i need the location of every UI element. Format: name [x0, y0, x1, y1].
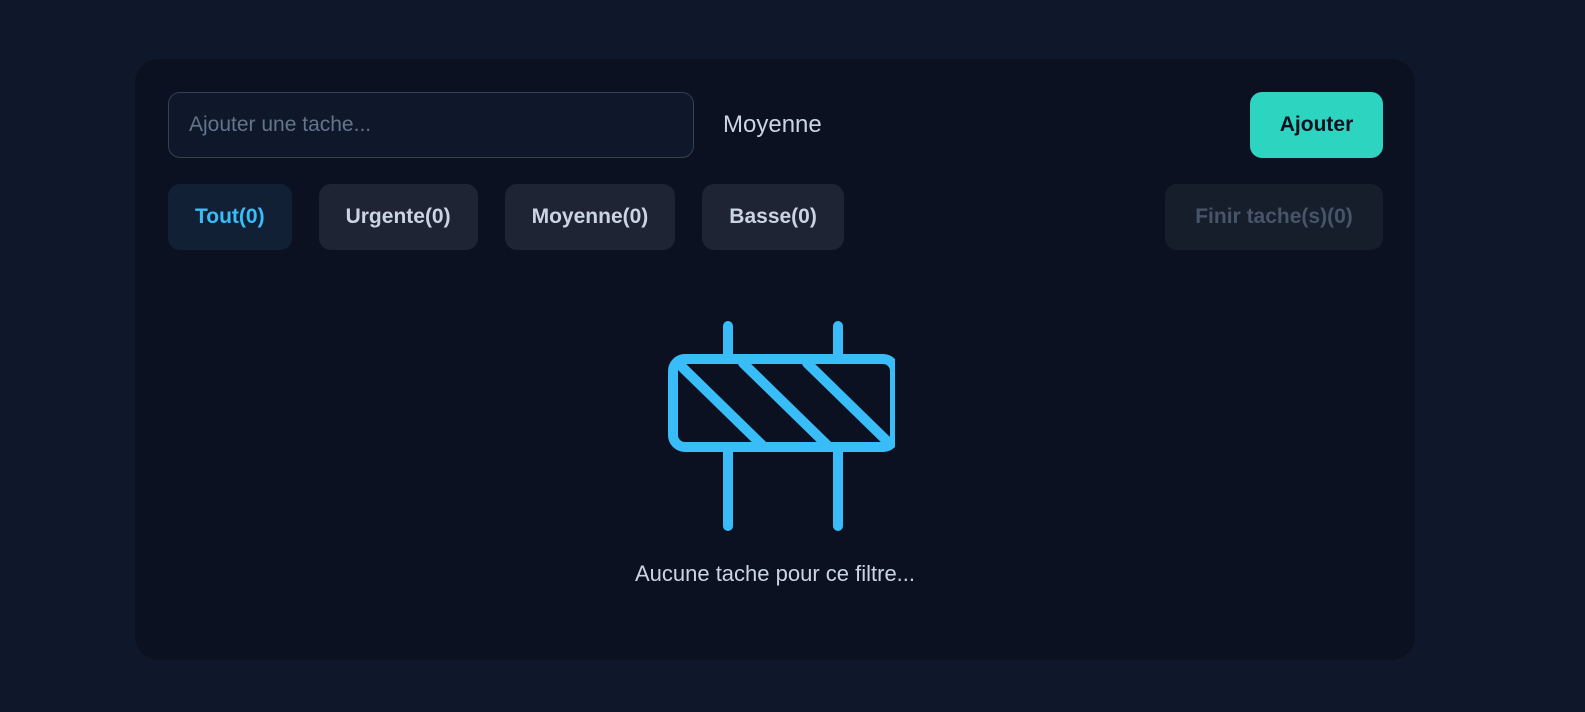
filter-urgent-button[interactable]: Urgente(0): [318, 184, 478, 250]
filter-low-button[interactable]: Basse(0): [702, 184, 844, 250]
todo-card: Moyenne Ajouter Tout(0) Urgente(0) Moyen…: [135, 59, 1415, 660]
priority-select-value: Moyenne: [723, 111, 822, 138]
filter-all-button[interactable]: Tout(0): [168, 184, 292, 250]
filter-bar: Tout(0) Urgente(0) Moyenne(0) Basse(0): [168, 184, 844, 250]
empty-message: Aucune tache pour ce filtre...: [634, 561, 916, 586]
empty-state: Aucune tache pour ce filtre...: [135, 321, 1415, 587]
finish-tasks-button[interactable]: Finir tache(s)(0): [1165, 184, 1383, 250]
road-barrier-icon: [668, 321, 895, 531]
task-input[interactable]: [168, 92, 694, 158]
filter-medium-button[interactable]: Moyenne(0): [504, 184, 676, 250]
add-task-button[interactable]: Ajouter: [1250, 92, 1383, 158]
